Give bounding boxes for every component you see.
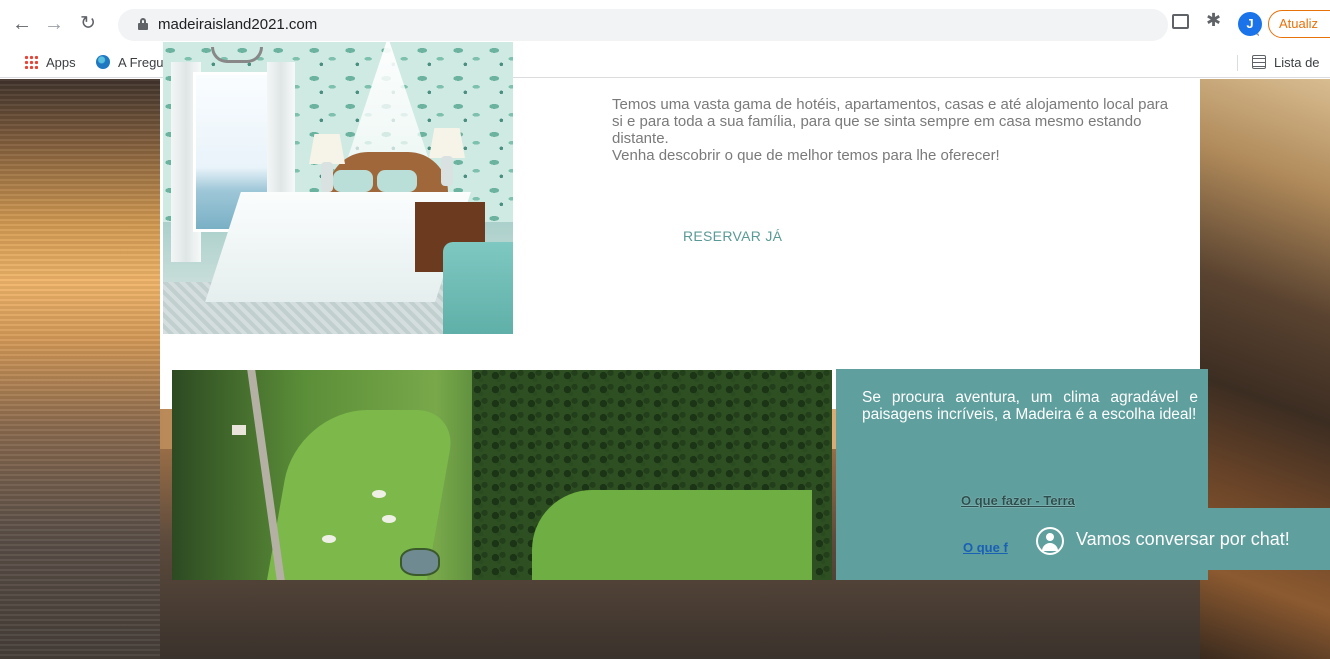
pillow (333, 170, 373, 192)
chat-label[interactable]: Vamos conversar por chat! (1076, 529, 1290, 550)
reading-list-icon (1252, 55, 1266, 69)
fairway (532, 490, 812, 580)
road (247, 370, 285, 580)
cast-icon[interactable] (1172, 14, 1189, 29)
address-bar[interactable]: madeiraisland2021.com ☆ (118, 9, 1263, 41)
forward-arrow-icon[interactable]: → (40, 10, 68, 38)
house (232, 425, 246, 435)
bookmark-apps[interactable]: Apps (24, 53, 76, 73)
bookmark-label: Apps (46, 55, 76, 70)
chandelier (211, 47, 263, 63)
lamp (309, 134, 345, 164)
url-text: madeiraisland2021.com (158, 16, 318, 33)
user-avatar-icon (1036, 527, 1064, 555)
reserve-now-button[interactable]: RESERVAR JÁ (683, 228, 782, 244)
reading-list-label: Lista de (1274, 55, 1320, 70)
link-what-to-do-sea[interactable]: O que f (963, 540, 1008, 555)
bookmarks-separator (1237, 55, 1238, 71)
back-arrow-icon[interactable]: ← (8, 10, 36, 38)
sand-bunker (322, 535, 336, 543)
apps-grid-icon (24, 55, 38, 69)
pillow (377, 170, 417, 192)
reload-icon[interactable]: ↻ (74, 10, 102, 38)
hotel-description: Temos uma vasta gama de hotéis, apartame… (612, 96, 1172, 164)
hotel-room-image (163, 42, 513, 334)
cliff-background (1200, 79, 1330, 659)
link-what-to-do-land[interactable]: O que fazer - Terra (961, 493, 1075, 508)
lamp (429, 128, 465, 158)
sunset-sea-background (0, 79, 160, 659)
extensions-puzzle-icon[interactable]: ✱ (1206, 10, 1221, 31)
lamp-base (321, 162, 333, 192)
reading-list[interactable]: Lista de (1252, 53, 1320, 73)
pond (400, 548, 440, 576)
site-favicon-icon (96, 55, 110, 69)
hotel-description-text: Temos uma vasta gama de hotéis, apartame… (612, 96, 1169, 147)
browser-toolbar: ← → ↻ madeiraisland2021.com ☆ ✱ J Atuali… (0, 0, 1330, 48)
profile-avatar[interactable]: J (1238, 12, 1262, 36)
lamp-base (441, 156, 453, 186)
sand-bunker (372, 490, 386, 498)
armchair (443, 242, 513, 334)
lock-icon (138, 18, 148, 30)
sand-bunker (382, 515, 396, 523)
hotel-cta-text: Venha descobrir o que de melhor temos pa… (612, 147, 1000, 164)
update-button[interactable]: Atualiz (1268, 10, 1330, 38)
adventure-text: Se procura aventura, um clima agradável … (862, 389, 1198, 423)
golf-course-image (172, 370, 832, 580)
